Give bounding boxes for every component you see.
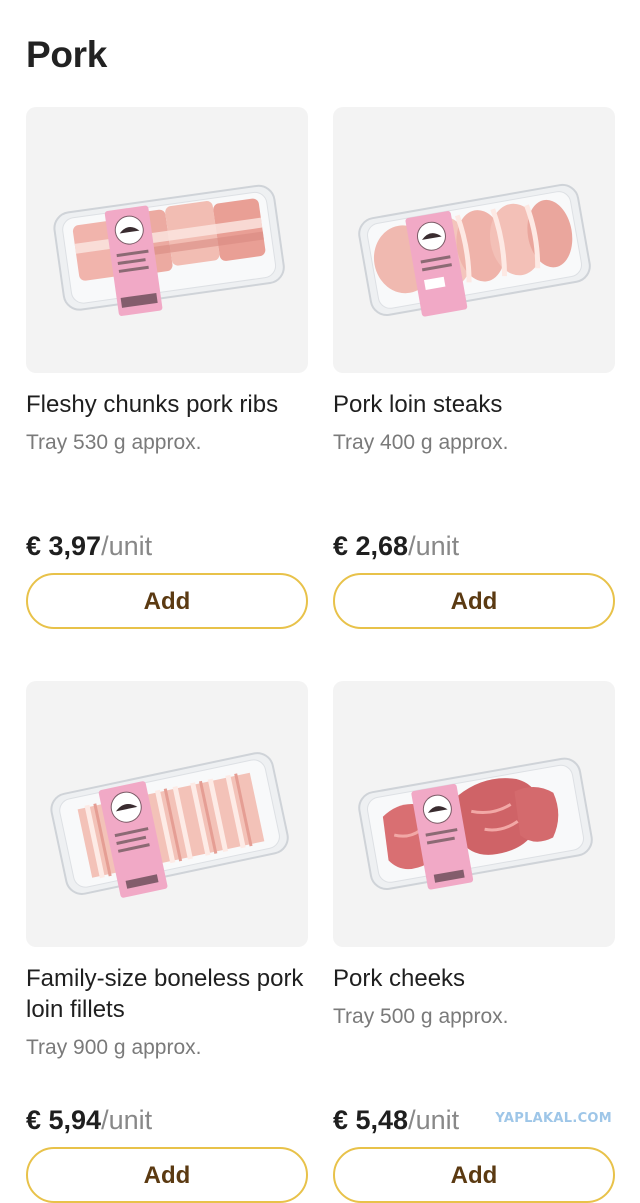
- price-unit: /unit: [408, 531, 460, 561]
- product-size: Tray 900 g approx.: [26, 1036, 202, 1059]
- product-image[interactable]: [333, 681, 615, 947]
- product-size: Tray 500 g approx.: [333, 1005, 509, 1028]
- add-to-cart-button[interactable]: Add: [333, 1147, 615, 1203]
- add-to-cart-button[interactable]: Add: [26, 573, 308, 629]
- pork-ribs-tray-image: [53, 184, 285, 316]
- product-price: € 5,94/unit: [26, 1105, 152, 1136]
- page-title: Pork: [26, 34, 108, 75]
- price-unit: /unit: [408, 1105, 460, 1135]
- watermark: YAPLAKAL.COM: [495, 1111, 612, 1126]
- price-unit: /unit: [101, 1105, 153, 1135]
- product-name[interactable]: Family-size boneless pork loin fillets: [26, 963, 316, 1025]
- pork-loin-steaks-tray-image: [358, 183, 591, 317]
- add-to-cart-button[interactable]: Add: [333, 573, 615, 629]
- price-amount: € 3,97: [26, 531, 102, 561]
- product-image[interactable]: [26, 107, 308, 373]
- product-price: € 3,97/unit: [26, 531, 152, 562]
- product-size: Tray 400 g approx.: [333, 431, 509, 454]
- product-price: € 2,68/unit: [333, 531, 459, 562]
- add-to-cart-button[interactable]: Add: [26, 1147, 308, 1203]
- product-image[interactable]: [26, 681, 308, 947]
- price-amount: € 2,68: [333, 531, 409, 561]
- product-name[interactable]: Pork cheeks: [333, 963, 623, 994]
- price-amount: € 5,94: [26, 1105, 102, 1135]
- product-size: Tray 530 g approx.: [26, 431, 202, 454]
- price-amount: € 5,48: [333, 1105, 409, 1135]
- pork-cheeks-tray-image: [358, 757, 593, 890]
- product-price: € 5,48/unit: [333, 1105, 459, 1136]
- product-name[interactable]: Fleshy chunks pork ribs: [26, 389, 316, 420]
- pork-loin-fillets-tray-image: [50, 752, 289, 898]
- price-unit: /unit: [101, 531, 153, 561]
- product-image[interactable]: [333, 107, 615, 373]
- product-name[interactable]: Pork loin steaks: [333, 389, 623, 420]
